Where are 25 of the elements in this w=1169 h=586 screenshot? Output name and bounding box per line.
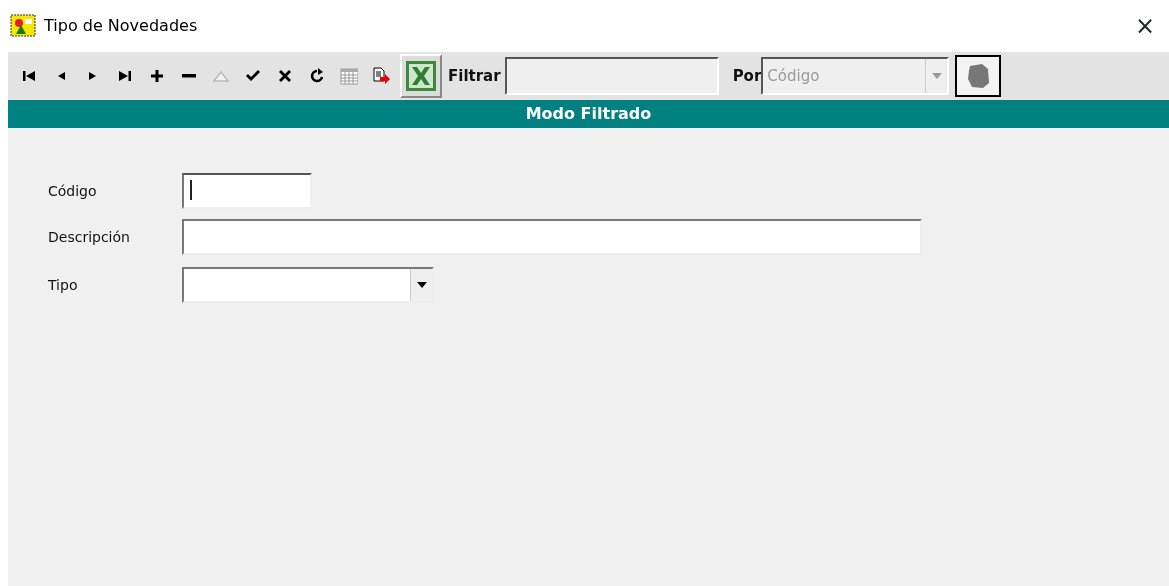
dropdown-field[interactable]: [182, 267, 434, 303]
text-cursor: [190, 180, 192, 200]
caret-icon: [416, 282, 427, 288]
filter-field[interactable]: [504, 57, 719, 95]
excel-button[interactable]: [400, 54, 442, 98]
map-shape-icon: [966, 63, 991, 89]
field-label: Código: [48, 181, 98, 201]
field-label: Tipo: [48, 275, 79, 295]
caret-icon: [931, 73, 942, 79]
plus-icon: [148, 67, 166, 85]
filter-label: Filtrar: [448, 65, 501, 87]
close-button[interactable]: ×: [1134, 14, 1155, 38]
map-button[interactable]: [955, 55, 1002, 97]
export-icon: [372, 67, 390, 85]
refresh-icon: [308, 67, 326, 85]
app-icon: [10, 14, 36, 38]
spreadsheet-icon: [405, 60, 437, 92]
minus-icon: [182, 74, 196, 78]
window-title: Tipo de Novedades: [44, 15, 198, 37]
by-label: Por: [732, 65, 762, 87]
mode-banner: Modo Filtrado: [8, 100, 1169, 128]
grid-icon: [340, 67, 358, 85]
input-field[interactable]: [182, 219, 922, 255]
input-field[interactable]: [182, 173, 312, 209]
field-label: Descripción: [48, 227, 131, 247]
